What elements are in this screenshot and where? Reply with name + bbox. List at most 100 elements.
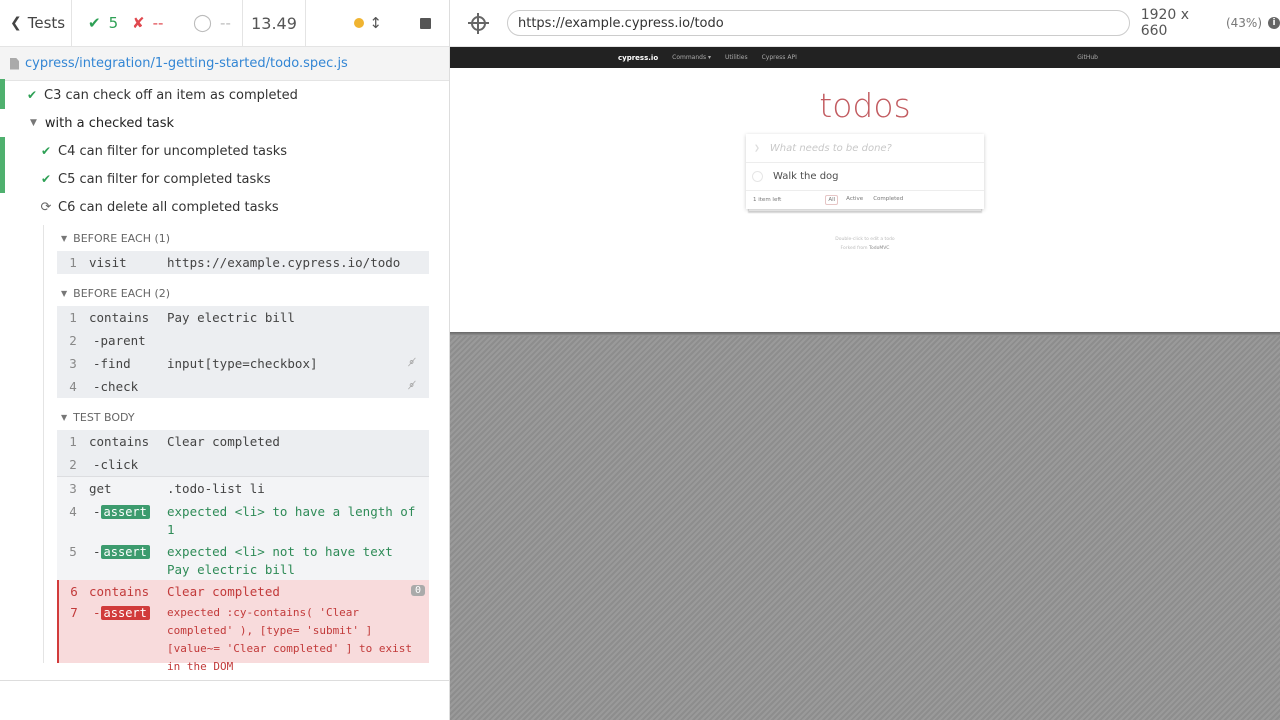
todos-title: todos — [819, 86, 911, 125]
todo-label: Walk the dog — [773, 171, 839, 182]
circle-notch-icon: ◯ — [193, 13, 213, 33]
command-row[interactable]: 3 -find input[type=checkbox] ⚬̸ — [57, 352, 429, 375]
command-log: ▼ BEFORE EACH (1) 1 visit https://exampl… — [43, 225, 429, 673]
hook-title: BEFORE EACH (2) — [73, 286, 171, 300]
app-under-test: cypress.io Commands ▾ Utilities Cypress … — [450, 47, 1280, 332]
test-c5[interactable]: ✔ C5 can filter for completed tasks — [0, 165, 449, 193]
todo-checkbox[interactable] — [752, 171, 763, 182]
command-name: -parent — [93, 333, 146, 348]
test-status-bar — [0, 137, 5, 165]
url-bar[interactable]: https://example.cypress.io/todo — [506, 10, 1130, 36]
test-title: C4 can filter for uncompleted tasks — [58, 143, 288, 159]
passed-count: ✔ 5 — [72, 0, 126, 47]
stop-icon[interactable] — [420, 17, 431, 29]
spec-file-link[interactable]: cypress/integration/1-getting-started/to… — [25, 56, 348, 71]
passed-value: 5 — [108, 14, 119, 32]
status-dot-icon — [354, 18, 365, 28]
test-c4[interactable]: ✔ C4 can filter for uncompleted tasks — [0, 137, 449, 165]
auto-scroll-toggle[interactable]: ↕ — [354, 14, 382, 32]
command-row-failed[interactable]: 7 - assert expected :cy-contains( 'Clear … — [57, 603, 429, 673]
command-row[interactable]: 3 get .todo-list li — [57, 477, 429, 500]
command-row[interactable]: 1 contains Pay electric bill — [57, 306, 429, 329]
command-row[interactable]: 2 -click — [57, 453, 429, 477]
command-name: -check — [93, 379, 139, 394]
info-prefix: Forked from — [840, 246, 869, 251]
command-name: contains — [89, 584, 150, 599]
chevron-left-icon: ❮ — [10, 15, 22, 31]
command-number: 6 — [70, 584, 78, 599]
check-icon: ✔ — [26, 88, 38, 102]
nav-commands[interactable]: Commands ▾ — [672, 54, 711, 61]
reporter-footer — [0, 680, 450, 720]
up-down-arrows-icon: ↕ — [369, 14, 382, 32]
command-row[interactable]: 2 -parent — [57, 329, 429, 352]
hook-before-each-1[interactable]: ▼ BEFORE EACH (1) — [57, 225, 429, 251]
nav-utilities[interactable]: Utilities — [725, 54, 748, 61]
command-name: - assert — [89, 605, 167, 620]
command-prefix: - — [93, 544, 101, 559]
assert-badge: assert — [100, 505, 150, 519]
filter-all[interactable]: All — [825, 195, 839, 205]
todo-count: 1 item left — [753, 197, 782, 203]
command-row[interactable]: 1 visit https://example.cypress.io/todo — [57, 251, 429, 274]
command-message: Clear completed — [167, 434, 280, 449]
command-number: 1 — [69, 310, 77, 325]
x-icon: ✘ — [132, 14, 145, 32]
command-name: -find — [93, 356, 131, 371]
test-c3[interactable]: ✔ C3 can check off an item as completed — [0, 79, 449, 109]
check-icon: ✔ — [40, 172, 52, 186]
navbar-brand[interactable]: cypress.io — [618, 54, 658, 62]
test-c6[interactable]: ⟳ C6 can delete all completed tasks — [0, 193, 449, 221]
viewport-size: 1920 x 660 — [1140, 7, 1190, 39]
suite-with-checked-task[interactable]: ▼ with a checked task — [0, 109, 449, 137]
command-row[interactable]: 4 -check ⚬̸ — [57, 375, 429, 398]
error-message: expected :cy-contains( 'Clear completed'… — [167, 606, 413, 673]
command-number: 3 — [69, 356, 77, 371]
todo-filters: All Active Completed — [825, 195, 905, 205]
info-footer: Double-click to edit a todo Forked from … — [450, 235, 1280, 253]
info-line: Double-click to edit a todo — [835, 237, 895, 242]
nav-cypress-api[interactable]: Cypress API — [762, 54, 797, 61]
command-row[interactable]: 1 contains Clear completed — [57, 430, 429, 453]
test-title: C6 can delete all completed tasks — [58, 199, 279, 215]
test-title: C5 can filter for completed tasks — [58, 171, 271, 187]
test-status-bar — [0, 79, 5, 109]
command-name: contains — [89, 310, 150, 325]
command-message: Pay electric bill — [167, 310, 295, 325]
aut-background — [450, 332, 1280, 720]
command-number: 4 — [69, 379, 77, 394]
check-icon: ✔ — [40, 144, 52, 158]
command-message: Clear completed — [167, 584, 280, 599]
failed-value: -- — [152, 14, 164, 32]
aut-header: https://example.cypress.io/todo 1920 x 6… — [450, 0, 1280, 47]
hook-title: BEFORE EACH (1) — [73, 231, 171, 245]
command-row[interactable]: 5 - assert expected <li> not to have text… — [57, 540, 429, 580]
filter-active[interactable]: Active — [844, 195, 865, 205]
todo-footer: 1 item left All Active Completed — [746, 191, 984, 209]
todo-app: ❯ What needs to be done? Walk the dog 1 … — [746, 134, 984, 209]
tests-label: Tests — [27, 14, 66, 32]
command-row-failed[interactable]: 6 contains Clear completed 0 — [57, 580, 429, 603]
command-message: expected <li> not to have text Pay elect… — [167, 544, 393, 577]
aut-navbar: cypress.io Commands ▾ Utilities Cypress … — [450, 47, 1280, 68]
file-icon — [10, 57, 19, 70]
todo-item[interactable]: Walk the dog — [746, 163, 984, 191]
reporter-header: ❮ Tests ✔ 5 ✘ -- ◯ -- 13.49 ↕ — [0, 0, 449, 47]
viewport-info[interactable]: 1920 x 660 (43%) i — [1141, 7, 1280, 39]
command-name: contains — [89, 434, 150, 449]
toggle-all-icon[interactable]: ❯ — [754, 144, 760, 152]
command-row[interactable]: 4 - assert expected <li> to have a length… — [57, 500, 429, 540]
reporter-panel: ❮ Tests ✔ 5 ✘ -- ◯ -- 13.49 ↕ cypress/in — [0, 0, 450, 720]
spec-file-header: cypress/integration/1-getting-started/to… — [0, 47, 449, 81]
filter-completed[interactable]: Completed — [871, 195, 905, 205]
new-todo-input[interactable]: ❯ What needs to be done? — [746, 134, 984, 163]
nav-github[interactable]: GitHub — [1077, 54, 1098, 61]
hook-test-body[interactable]: ▼ TEST BODY — [57, 404, 429, 430]
command-message: https://example.cypress.io/todo — [167, 255, 401, 270]
hook-before-each-2[interactable]: ▼ BEFORE EACH (2) — [57, 280, 429, 306]
caret-down-icon: ▼ — [61, 412, 68, 422]
pending-count: ◯ -- — [185, 0, 242, 47]
tests-back-button[interactable]: ❮ Tests — [0, 0, 71, 47]
todomvc-link[interactable]: TodoMVC — [869, 246, 889, 251]
selector-playground-icon[interactable] — [468, 12, 489, 34]
